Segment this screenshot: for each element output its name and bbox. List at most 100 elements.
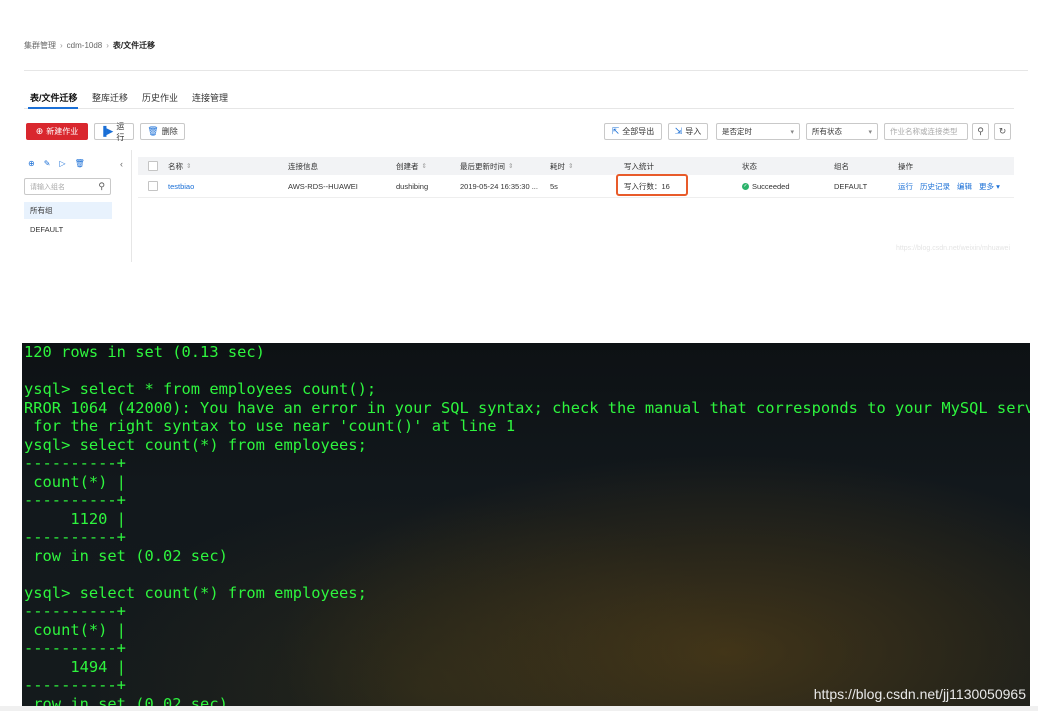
sort-icon: ⇕ bbox=[568, 163, 574, 170]
row-checkbox[interactable] bbox=[148, 181, 158, 191]
sort-icon: ⇕ bbox=[421, 163, 427, 170]
group-name: DEFAULT bbox=[834, 181, 868, 191]
connection-info: AWS-RDS--HUAWEI bbox=[288, 181, 358, 191]
terminal-window: 120 rows in set (0.13 sec) ysql> select … bbox=[22, 343, 1030, 706]
export-all-label: 全部导出 bbox=[622, 127, 655, 136]
column-connection: 连接信息 bbox=[288, 161, 318, 171]
terminal-line: ----------+ bbox=[24, 454, 126, 472]
edit-action-link[interactable]: 编辑 bbox=[957, 181, 972, 192]
table-row: testbiao AWS-RDS--HUAWEI dushibing 2019-… bbox=[138, 175, 1014, 198]
search-icon: ⚲ bbox=[98, 181, 105, 191]
check-circle-icon: ✓ bbox=[742, 182, 749, 190]
tab-connection-management[interactable]: 连接管理 bbox=[192, 91, 228, 104]
header-divider bbox=[24, 70, 1028, 71]
group-search-placeholder: 请输入组名 bbox=[30, 183, 65, 191]
breadcrumb-current: 表/文件迁移 bbox=[112, 41, 156, 50]
column-creator[interactable]: 创建者 ⇕ bbox=[396, 157, 427, 175]
column-duration[interactable]: 耗时 ⇕ bbox=[550, 157, 573, 175]
new-job-button[interactable]: ⊕ 新建作业 bbox=[26, 123, 88, 140]
tab-table-file-migration[interactable]: 表/文件迁移 bbox=[30, 91, 78, 104]
terminal-line: ----------+ bbox=[24, 676, 126, 694]
import-button[interactable]: ⇲ 导入 bbox=[668, 123, 708, 140]
terminal-line: 1494 | bbox=[24, 657, 126, 676]
tab-bar: 表/文件迁移 整库迁移 历史作业 连接管理 bbox=[24, 88, 1014, 109]
column-status: 状态 bbox=[742, 161, 757, 171]
refresh-icon: ↻ bbox=[998, 126, 1007, 136]
breadcrumb-separator: › bbox=[60, 41, 63, 50]
group-item-default[interactable]: DEFAULT bbox=[24, 221, 112, 238]
terminal-line: for the right syntax to use near 'count(… bbox=[24, 417, 516, 435]
breadcrumb-separator: › bbox=[106, 41, 109, 50]
schedule-filter-value: 是否定时 bbox=[722, 127, 752, 136]
history-action-link[interactable]: 历史记录 bbox=[920, 181, 950, 192]
run-group-icon[interactable]: ▷ bbox=[59, 159, 65, 168]
import-icon: ⇲ bbox=[674, 126, 683, 136]
active-tab-indicator bbox=[28, 107, 78, 109]
chevron-down-icon: ▾ bbox=[790, 128, 794, 136]
chevron-down-icon: ▾ bbox=[868, 128, 872, 136]
sort-icon: ⇕ bbox=[508, 163, 514, 170]
duration: 5s bbox=[550, 181, 558, 191]
terminal-output: 120 rows in set (0.13 sec) ysql> select … bbox=[24, 343, 1030, 706]
terminal-line: ysql> select * from employees count(); bbox=[24, 380, 377, 398]
trash-icon: 🗑 bbox=[147, 126, 159, 136]
job-search-input[interactable]: 作业名称或连接类型 bbox=[884, 123, 968, 140]
breadcrumb-cluster-name-link[interactable]: cdm-10d8 bbox=[67, 41, 103, 50]
delete-button[interactable]: 🗑 删除 bbox=[140, 123, 185, 140]
group-toolbar: ⊕ ✎ ▷ 🗑 bbox=[28, 159, 85, 168]
panel-divider bbox=[131, 150, 132, 262]
search-icon: ⚲ bbox=[977, 126, 984, 136]
terminal-line: 120 rows in set (0.13 sec) bbox=[24, 343, 265, 361]
search-button[interactable]: ⚲ bbox=[972, 123, 989, 140]
terminal-line: ----------+ bbox=[24, 528, 126, 546]
delete-label: 删除 bbox=[161, 127, 178, 136]
terminal-line: ----------+ bbox=[24, 639, 126, 657]
tab-database-migration[interactable]: 整库迁移 bbox=[92, 91, 128, 104]
column-name[interactable]: 名称 ⇕ bbox=[168, 157, 191, 175]
terminal-line: row in set (0.02 sec) bbox=[24, 694, 228, 707]
table-header: 名称 ⇕ 连接信息 创建者 ⇕ 最后更新时间 ⇕ 耗时 ⇕ 写入统计 状态 组名 操作 bbox=[138, 157, 1014, 175]
schedule-filter-select[interactable]: 是否定时 ▾ bbox=[716, 123, 800, 140]
plus-circle-icon: ⊕ bbox=[35, 126, 44, 136]
more-actions-link[interactable]: 更多 ▾ bbox=[979, 181, 1000, 192]
import-label: 导入 bbox=[685, 127, 702, 136]
new-job-label: 新建作业 bbox=[46, 127, 79, 136]
bottom-strip bbox=[0, 706, 1038, 711]
tab-job-history[interactable]: 历史作业 bbox=[142, 91, 178, 104]
terminal-line: ysql> select count(*) from employees; bbox=[24, 583, 367, 602]
select-all-checkbox[interactable] bbox=[148, 161, 158, 171]
watermark: https://blog.csdn.net/weixin/mhuawei bbox=[896, 245, 1011, 252]
add-group-icon[interactable]: ⊕ bbox=[28, 159, 35, 168]
column-write-stats: 写入统计 bbox=[624, 161, 654, 171]
column-updated[interactable]: 最后更新时间 ⇕ bbox=[460, 157, 513, 175]
run-button[interactable]: ▐▶ 运行 bbox=[94, 121, 134, 142]
status-badge: ✓ Succeeded bbox=[742, 175, 790, 197]
creator: dushibing bbox=[396, 181, 429, 191]
terminal-line: count(*) | bbox=[24, 472, 126, 491]
delete-group-icon[interactable]: 🗑 bbox=[75, 159, 85, 168]
breadcrumb-cluster-link[interactable]: 集群管理 bbox=[24, 40, 56, 51]
group-item-all[interactable]: 所有组 bbox=[24, 202, 112, 219]
export-icon: ⇱ bbox=[611, 126, 620, 136]
terminal-line: ysql> select count(*) from employees; bbox=[24, 435, 367, 454]
column-operations: 操作 bbox=[898, 161, 913, 171]
collapse-panel-icon[interactable]: ‹ bbox=[120, 159, 123, 169]
export-all-button[interactable]: ⇱ 全部导出 bbox=[604, 123, 662, 140]
status-filter-value: 所有状态 bbox=[812, 127, 842, 136]
terminal-line: ----------+ bbox=[24, 491, 126, 509]
run-label: 运行 bbox=[116, 121, 125, 142]
refresh-button[interactable]: ↻ bbox=[994, 123, 1011, 140]
run-icon: ▐▶ bbox=[100, 126, 114, 136]
terminal-line: row in set (0.02 sec) bbox=[24, 546, 228, 565]
row-actions: 运行 历史记录 编辑 更多 ▾ bbox=[898, 175, 1000, 197]
run-action-link[interactable]: 运行 bbox=[898, 181, 913, 192]
group-search-input[interactable]: 请输入组名 ⚲ bbox=[24, 178, 111, 195]
column-group: 组名 bbox=[834, 161, 849, 171]
terminal-line: count(*) | bbox=[24, 620, 126, 639]
job-name-link[interactable]: testbiao bbox=[168, 175, 194, 197]
terminal-line: ----------+ bbox=[24, 602, 126, 620]
sort-icon: ⇕ bbox=[186, 163, 192, 170]
edit-group-icon[interactable]: ✎ bbox=[44, 159, 51, 168]
status-filter-select[interactable]: 所有状态 ▾ bbox=[806, 123, 878, 140]
write-stats-highlight bbox=[616, 174, 688, 196]
